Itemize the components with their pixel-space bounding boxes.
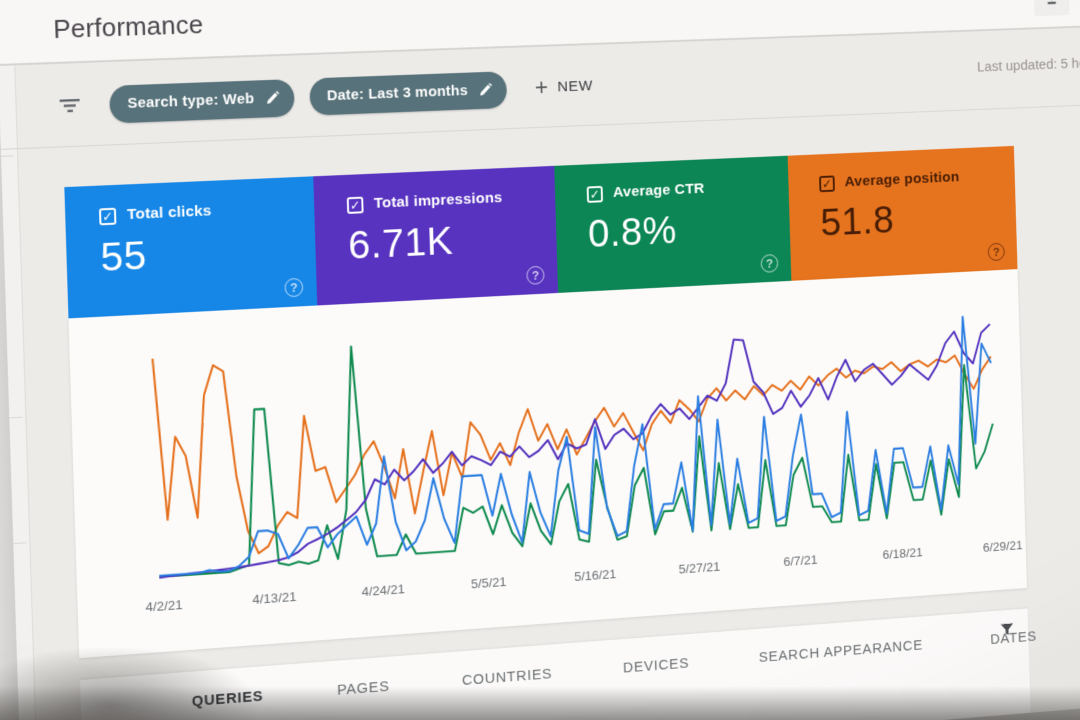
- metric-card-average-position[interactable]: ✓ Average position 51.8 ?: [787, 145, 1018, 281]
- sidebar-divider: [1, 155, 15, 157]
- new-filter-button[interactable]: + NEW: [534, 74, 594, 101]
- card-header: ✓ Average CTR: [586, 177, 789, 203]
- metric-value: 51.8: [819, 197, 895, 245]
- x-tick-label: 6/7/21: [783, 552, 818, 569]
- page-title: Performance: [52, 8, 204, 44]
- search-type-chip[interactable]: Search type: Web: [109, 78, 295, 124]
- x-tick-label: 6/29/21: [982, 537, 1023, 555]
- help-icon[interactable]: ?: [760, 253, 779, 273]
- search-type-chip-label: Search type: Web: [127, 90, 255, 112]
- help-icon[interactable]: ?: [526, 265, 545, 285]
- metric-card-total-impressions[interactable]: ✓ Total impressions 6.71K ?: [313, 165, 559, 306]
- date-range-chip-label: Date: Last 3 months: [326, 82, 469, 105]
- tab-queries[interactable]: QUERIES: [192, 688, 264, 710]
- x-tick-label: 4/13/21: [252, 589, 297, 607]
- tab-search-appearance[interactable]: SEARCH APPEARANCE: [758, 637, 923, 666]
- help-icon[interactable]: ?: [284, 277, 304, 298]
- card-header: ✓ Total impressions: [346, 187, 556, 214]
- check-glyph: ✓: [102, 208, 114, 224]
- metric-value: 55: [99, 232, 148, 280]
- check-glyph: ✓: [349, 197, 361, 213]
- edit-pencil-icon: [266, 90, 280, 104]
- x-tick-label: 5/27/21: [678, 559, 721, 577]
- x-tick-label: 5/16/21: [574, 566, 617, 584]
- x-tick-label: 6/18/21: [882, 544, 924, 562]
- filter-list-icon[interactable]: [59, 98, 82, 114]
- sidebar-edge: [0, 65, 39, 720]
- metric-value: 0.8%: [587, 207, 678, 256]
- metric-label: Total impressions: [373, 189, 503, 212]
- last-updated-text: Last updated: 5 hour: [976, 54, 1080, 76]
- screen-photo: Performance Search type: Web Date: Last …: [0, 0, 1080, 720]
- card-header: ✓ Average position: [819, 166, 1015, 192]
- metric-label: Average CTR: [612, 180, 705, 201]
- check-glyph: ✓: [589, 186, 601, 202]
- metric-label: Total clicks: [126, 202, 212, 224]
- search-console-window: Performance Search type: Web Date: Last …: [0, 0, 1080, 720]
- checked-checkbox-icon[interactable]: ✓: [98, 207, 117, 225]
- metric-label: Average position: [844, 168, 960, 191]
- x-tick-label: 4/2/21: [145, 597, 183, 615]
- check-glyph: ✓: [821, 176, 833, 191]
- performance-chart-card: 4/2/21 4/13/21 4/24/21 5/5/21 5/16/21 5/…: [68, 269, 1027, 659]
- new-filter-label: NEW: [557, 77, 594, 95]
- edit-pencil-icon: [479, 82, 493, 96]
- table-filter-icon[interactable]: [1000, 623, 1014, 637]
- plus-icon: +: [534, 74, 549, 101]
- checked-checkbox-icon[interactable]: ✓: [586, 185, 604, 203]
- download-icon: [1047, 0, 1056, 5]
- series-average-position: [152, 313, 995, 560]
- tab-countries[interactable]: COUNTRIES: [462, 666, 553, 689]
- checked-checkbox-icon[interactable]: ✓: [819, 174, 835, 192]
- perspective-wrapper: Performance Search type: Web Date: Last …: [0, 0, 1080, 720]
- checked-checkbox-icon[interactable]: ✓: [346, 196, 364, 214]
- x-tick-label: 4/24/21: [361, 581, 406, 600]
- tab-devices[interactable]: DEVICES: [623, 655, 690, 676]
- export-button[interactable]: [1033, 0, 1070, 17]
- card-header: ✓ Total clicks: [98, 198, 314, 226]
- x-tick-label: 5/5/21: [470, 574, 507, 592]
- sidebar-divider: [9, 416, 23, 419]
- sidebar-divider: [13, 542, 27, 545]
- metric-value: 6.71K: [347, 217, 454, 268]
- metric-card-average-ctr[interactable]: ✓ Average CTR 0.8% ?: [554, 155, 792, 293]
- chart-canvas: [147, 291, 1002, 585]
- help-icon[interactable]: ?: [987, 242, 1005, 262]
- line-chart: [147, 291, 1002, 585]
- metric-card-total-clicks[interactable]: ✓ Total clicks 55 ?: [64, 176, 318, 319]
- date-range-chip[interactable]: Date: Last 3 months: [309, 70, 508, 116]
- tab-pages[interactable]: PAGES: [337, 678, 390, 699]
